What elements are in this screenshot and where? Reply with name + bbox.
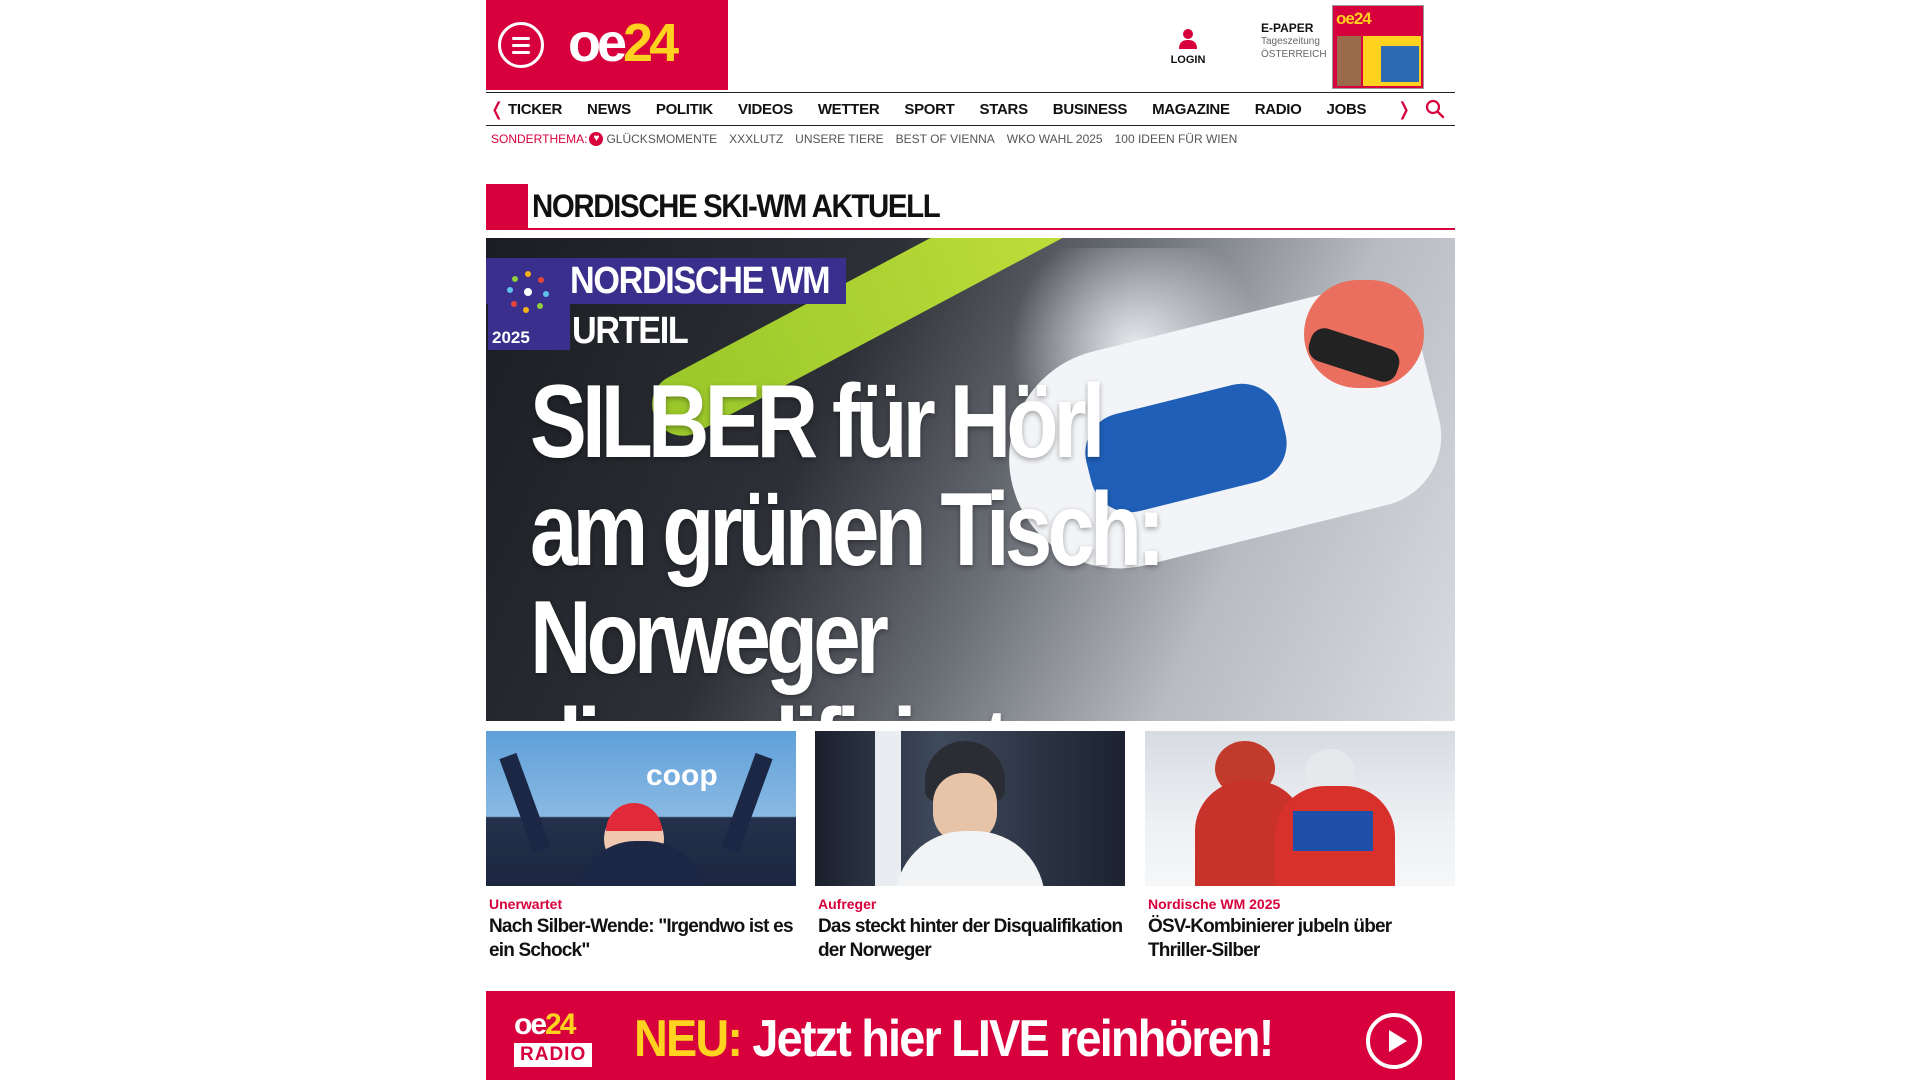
menu-icon[interactable] (498, 22, 544, 68)
hero-tag: URTEIL (572, 310, 689, 352)
site-logo[interactable]: oe24 (568, 12, 679, 74)
section-header: NORDISCHE SKI-WM AKTUELL (486, 184, 1455, 230)
radio-logo-label: RADIO (514, 1043, 593, 1067)
subnav: SONDERTHEMA: ♥ GLÜCKSMOMENTE XXXLUTZ UNS… (491, 131, 1249, 147)
nav-item-stars[interactable]: STARS (980, 101, 1029, 118)
play-icon[interactable] (1366, 1013, 1422, 1069)
hero-headline-line: am grünen Tisch: (530, 472, 1165, 588)
heart-icon: ♥ (589, 132, 604, 146)
subnav-item-xxxlutz[interactable]: XXXLUTZ (729, 132, 783, 146)
radio-banner-text: NEU: Jetzt hier LIVE reinhören! (634, 1010, 1274, 1068)
article-card-image[interactable] (1145, 731, 1455, 886)
hero-badge: NORDISCHE WM (570, 260, 831, 302)
section-title[interactable]: NORDISCHE SKI-WM AKTUELL (532, 188, 941, 225)
subnav-item-best-of-vienna[interactable]: BEST OF VIENNA (896, 132, 995, 146)
login-button[interactable]: LOGIN (1166, 28, 1210, 68)
article-card-title[interactable]: Nach Silber-Wende: "Irgendwo ist es ein … (489, 915, 796, 963)
nav-item-wetter[interactable]: WETTER (818, 101, 880, 118)
site-header: oe24 LOGIN E-PAPER Tageszeitung ÖSTERREI… (486, 0, 1455, 92)
epaper-line2: ÖSTERREICH (1261, 49, 1327, 60)
nav-scroll-right-icon[interactable]: ❭ (1393, 99, 1415, 120)
hero-article[interactable]: 2025 NORDISCHE WM URTEIL SILBER für Hörl… (486, 238, 1455, 721)
nav-item-business[interactable]: BUSINESS (1053, 101, 1128, 118)
article-card[interactable]: Aufreger Das steckt hinter der Disqualif… (815, 731, 1125, 963)
article-card-kicker: Unerwartet (489, 896, 563, 912)
article-card-kicker: Aufreger (818, 896, 877, 912)
subnav-item-gluecksmomente[interactable]: GLÜCKSMOMENTE (606, 132, 717, 146)
page: oe24 LOGIN E-PAPER Tageszeitung ÖSTERREI… (486, 0, 1455, 1080)
nav-item-sport[interactable]: SPORT (904, 101, 954, 118)
nav-item-ticker[interactable]: TICKER (508, 101, 562, 118)
article-card-image[interactable]: coop (486, 731, 796, 886)
wm-logo-year: 2025 (492, 328, 530, 347)
epaper-title: E-PAPER (1261, 21, 1314, 35)
nav-item-jobs[interactable]: JOBS (1327, 101, 1367, 118)
article-card-title[interactable]: ÖSV-Kombinierer jubeln über Thriller-Sil… (1148, 915, 1455, 963)
article-card[interactable]: Nordische WM 2025 ÖSV-Kombinierer jubeln… (1145, 731, 1455, 963)
nav-item-magazine[interactable]: MAGAZINE (1152, 101, 1230, 118)
search-button[interactable] (1415, 99, 1455, 119)
subnav-label: SONDERTHEMA: (491, 132, 588, 146)
subnav-item-100-ideen[interactable]: 100 IDEEN FÜR WIEN (1115, 132, 1238, 146)
radio-banner[interactable]: oe24 RADIO NEU: Jetzt hier LIVE reinhöre… (486, 991, 1455, 1080)
nav-item-politik[interactable]: POLITIK (656, 101, 713, 118)
logo-area: oe24 (486, 0, 728, 90)
nav-item-videos[interactable]: VIDEOS (738, 101, 793, 118)
epaper-cover-logo: oe24 (1336, 9, 1372, 28)
person-icon (1179, 29, 1197, 49)
subnav-item-wko-wahl[interactable]: WKO WAHL 2025 (1007, 132, 1103, 146)
login-label: LOGIN (1170, 54, 1206, 66)
oe24-radio-logo: oe24 RADIO (514, 1009, 608, 1075)
article-card-title[interactable]: Das steckt hinter der Disqualifikation d… (818, 915, 1125, 963)
article-card-kicker: Nordische WM 2025 (1148, 896, 1281, 912)
hero-headline-line: Norweger disqualifiziert (530, 580, 1011, 721)
subnav-item-unsere-tiere[interactable]: UNSERE TIERE (795, 132, 883, 146)
nav-item-news[interactable]: NEWS (587, 101, 631, 118)
search-icon (1425, 99, 1445, 119)
article-card[interactable]: coop Unerwartet Nach Silber-Wende: "Irge… (486, 731, 796, 963)
hero-headline[interactable]: SILBER für Hörl am grünen Tisch: Norwege… (530, 368, 1268, 721)
hero-headline-line: SILBER für Hörl (530, 364, 1105, 480)
article-cards: coop Unerwartet Nach Silber-Wende: "Irge… (486, 731, 1455, 971)
article-card-image[interactable] (815, 731, 1125, 886)
main-nav: ❬ TICKER NEWS POLITIK VIDEOS WETTER SPOR… (486, 92, 1455, 126)
epaper-link[interactable]: E-PAPER Tageszeitung ÖSTERREICH (1261, 22, 1327, 61)
nav-scroll-left-icon[interactable]: ❬ (486, 99, 508, 120)
section-marker (486, 184, 528, 228)
nav-item-radio[interactable]: RADIO (1255, 101, 1302, 118)
epaper-cover-image[interactable]: oe24 (1332, 5, 1424, 89)
epaper-line1: Tageszeitung (1261, 36, 1320, 47)
